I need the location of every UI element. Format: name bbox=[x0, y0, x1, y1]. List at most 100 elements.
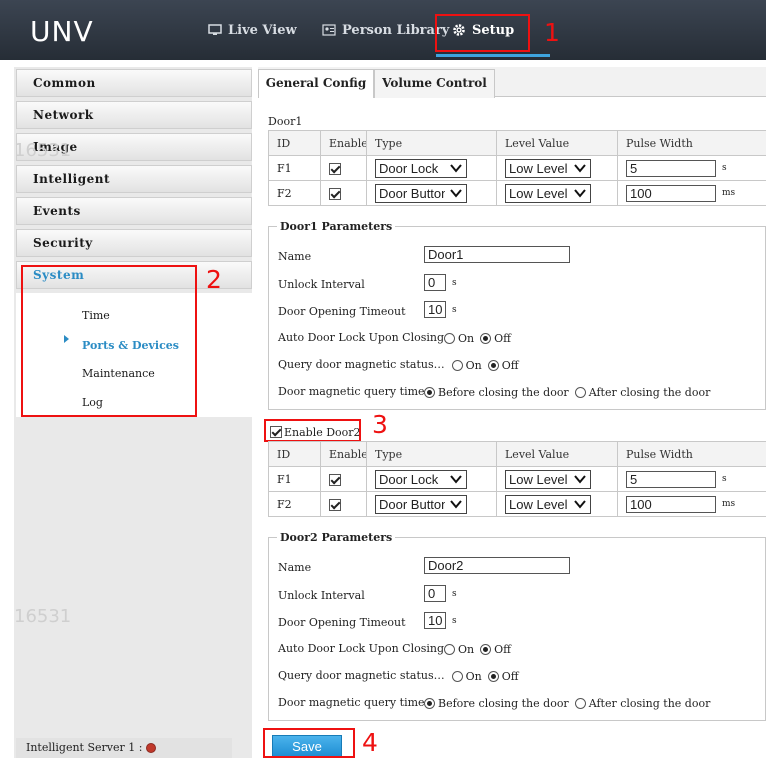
query-label: Query door magnetic status… bbox=[278, 358, 445, 371]
tab-general-config[interactable]: General Config bbox=[258, 69, 374, 98]
door1-query-row: Query door magnetic status… On Off bbox=[278, 358, 525, 372]
query-on-radio[interactable] bbox=[451, 670, 463, 682]
level-select[interactable]: Low Level bbox=[505, 183, 591, 203]
query-off-radio[interactable] bbox=[487, 359, 499, 371]
enable-checkbox[interactable] bbox=[329, 187, 341, 200]
autolock-off-radio[interactable] bbox=[480, 643, 492, 655]
type-select[interactable]: Door Button bbox=[375, 183, 467, 203]
pulse-width-input[interactable]: 100 bbox=[626, 184, 716, 202]
intelligent-server-status: Intelligent Server 1 : bbox=[16, 738, 232, 758]
door1-title: Door1 bbox=[268, 115, 303, 128]
enable-checkbox[interactable] bbox=[329, 162, 341, 175]
level-select-value: Low Level bbox=[509, 160, 568, 176]
col-header-type: Type bbox=[366, 441, 497, 467]
annotation-box-1 bbox=[435, 14, 530, 52]
door1-name-label: Name bbox=[278, 250, 312, 263]
on-label: On bbox=[465, 669, 482, 683]
type-select-value: Door Button bbox=[379, 185, 445, 201]
door1-name-input[interactable]: Door1 bbox=[424, 246, 570, 263]
annotation-box-4 bbox=[263, 728, 355, 758]
watermark: 16531 bbox=[14, 140, 72, 161]
type-select-value: Door Lock bbox=[379, 471, 439, 487]
level-select[interactable]: Low Level bbox=[505, 494, 591, 514]
enable-checkbox[interactable] bbox=[329, 473, 341, 486]
annotation-number-2: 2 bbox=[206, 265, 222, 294]
door1-unlock-interval-input[interactable]: 0 bbox=[424, 274, 446, 291]
unlock-unit: s bbox=[452, 277, 457, 288]
level-select-value: Low Level bbox=[509, 496, 568, 512]
autolock-label: Auto Door Lock Upon Closing bbox=[278, 331, 444, 344]
sidebar-item-intelligent[interactable]: Intelligent bbox=[16, 165, 252, 193]
col-header-pulse: Pulse Width bbox=[617, 130, 766, 156]
before-closing-radio[interactable] bbox=[424, 386, 435, 398]
col-header-enable: Enable bbox=[320, 130, 367, 156]
door2-port-table: ID Enable Type Level Value Pulse Width F… bbox=[268, 441, 766, 517]
door2-parameters-legend: Door2 Parameters bbox=[280, 531, 393, 544]
col-header-level: Level Value bbox=[496, 130, 618, 156]
pulse-unit: s bbox=[722, 163, 727, 173]
autolock-on-radio[interactable] bbox=[444, 332, 455, 344]
nav-person-library[interactable]: Person Library bbox=[322, 18, 449, 42]
door2-unlock-interval-input[interactable]: 0 bbox=[424, 585, 446, 602]
type-select[interactable]: Door Lock bbox=[375, 469, 467, 489]
sidebar-item-security[interactable]: Security bbox=[16, 229, 252, 257]
sidebar-item-common[interactable]: Common bbox=[16, 69, 252, 97]
level-select[interactable]: Low Level bbox=[505, 158, 591, 178]
query-on-radio[interactable] bbox=[451, 359, 463, 371]
chevron-down-icon bbox=[574, 188, 586, 198]
door1-opening-timeout-label: Door Opening Timeout bbox=[278, 305, 406, 318]
enable-checkbox[interactable] bbox=[329, 498, 341, 511]
unlock-unit: s bbox=[452, 588, 457, 599]
level-select-value: Low Level bbox=[509, 185, 568, 201]
type-select-value: Door Button bbox=[379, 496, 445, 512]
sidebar-item-network[interactable]: Network bbox=[16, 101, 252, 129]
pulse-unit: s bbox=[722, 474, 727, 484]
on-label: On bbox=[465, 358, 482, 372]
chevron-down-icon bbox=[574, 163, 586, 173]
door1-port-table: ID Enable Type Level Value Pulse Width F… bbox=[268, 130, 766, 206]
after-closing-radio[interactable] bbox=[574, 697, 586, 709]
tab-volume-control[interactable]: Volume Control bbox=[374, 69, 495, 98]
autolock-on-radio[interactable] bbox=[444, 643, 455, 655]
row-id: F1 bbox=[268, 466, 321, 492]
monitor-icon bbox=[208, 24, 222, 35]
pulse-width-input[interactable]: 100 bbox=[626, 495, 716, 513]
before-closing-label: Before closing the door bbox=[438, 696, 569, 710]
col-header-id: ID bbox=[268, 441, 321, 467]
nav-live-view[interactable]: Live View bbox=[208, 18, 297, 42]
table-row: F2 Door Button Low Level 100 ms bbox=[268, 180, 766, 206]
before-closing-radio[interactable] bbox=[424, 697, 435, 709]
table-header-row: ID Enable Type Level Value Pulse Width bbox=[268, 441, 766, 467]
pulse-width-input[interactable]: 5 bbox=[626, 159, 716, 177]
query-off-radio[interactable] bbox=[487, 670, 499, 682]
col-header-type: Type bbox=[366, 130, 497, 156]
door1-opening-timeout-input[interactable]: 10 bbox=[424, 301, 446, 318]
door1-unlock-interval-label: Unlock Interval bbox=[278, 278, 365, 291]
after-closing-radio[interactable] bbox=[574, 386, 586, 398]
door1-magtime-options: Before closing the door After closing the… bbox=[424, 385, 716, 399]
type-select[interactable]: Door Lock bbox=[375, 158, 467, 178]
table-row: F1 Door Lock Low Level 5s bbox=[268, 155, 766, 181]
door2-name-input[interactable]: Door2 bbox=[424, 557, 570, 574]
door2-magtime-label: Door magnetic query time bbox=[278, 696, 425, 709]
before-closing-label: Before closing the door bbox=[438, 385, 569, 399]
after-closing-label: After closing the door bbox=[588, 696, 711, 710]
col-header-pulse: Pulse Width bbox=[617, 441, 766, 467]
door2-name-label: Name bbox=[278, 561, 312, 574]
sidebar-item-events[interactable]: Events bbox=[16, 197, 252, 225]
door2-query-row: Query door magnetic status… On Off bbox=[278, 669, 525, 683]
door1-autolock-row: Auto Door Lock Upon Closing On Off bbox=[278, 331, 517, 345]
level-select[interactable]: Low Level bbox=[505, 469, 591, 489]
chevron-down-icon bbox=[450, 188, 462, 198]
level-select-value: Low Level bbox=[509, 471, 568, 487]
pulse-width-input[interactable]: 5 bbox=[626, 470, 716, 488]
annotation-box-3 bbox=[264, 419, 361, 442]
table-header-row: ID Enable Type Level Value Pulse Width bbox=[268, 130, 766, 156]
col-header-enable: Enable bbox=[320, 441, 367, 467]
chevron-down-icon bbox=[574, 474, 586, 484]
col-header-id: ID bbox=[268, 130, 321, 156]
type-select[interactable]: Door Button bbox=[375, 494, 467, 514]
autolock-off-radio[interactable] bbox=[480, 332, 492, 344]
chevron-down-icon bbox=[450, 163, 462, 173]
door2-opening-timeout-input[interactable]: 10 bbox=[424, 612, 446, 629]
